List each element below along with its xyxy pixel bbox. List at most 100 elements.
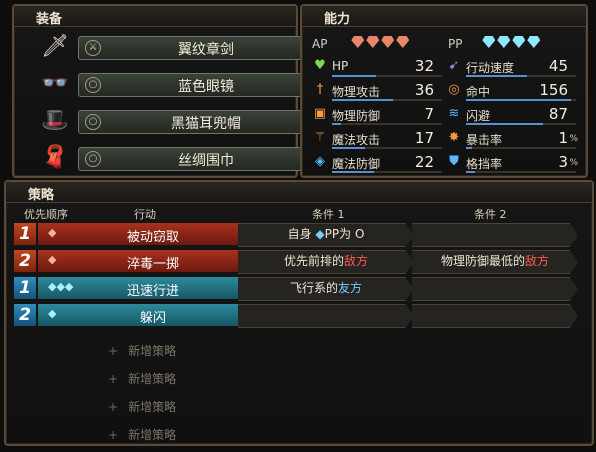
cost-gem-icon: ◆ [48, 307, 57, 320]
add-strategy-label: 新增策略 [128, 400, 177, 414]
cond1-slot[interactable]: 自身 ◆PP为 O [238, 223, 414, 247]
armor-icon: ▣ [313, 106, 327, 121]
stat-percent: % [569, 158, 578, 168]
stat-percent: % [569, 134, 578, 144]
stat-row: ◈ 魔法防御 22 [312, 152, 442, 173]
equipment-slot[interactable]: 🎩 ○ 黑猫耳兜帽 [38, 104, 314, 136]
cond2-slot[interactable]: 物理防御最低的敌方 [412, 250, 578, 274]
cond1-slot[interactable] [238, 304, 414, 328]
gem-icon [497, 36, 511, 48]
equipment-name: 丝绸围巾 [178, 153, 234, 169]
stat-row: ➹ 行动速度 45 [446, 56, 576, 77]
sword-icon: † [316, 82, 324, 97]
boot-icon: ➹ [448, 58, 460, 73]
stat-bar [466, 147, 576, 149]
glasses-icon: 👓 [41, 70, 69, 96]
ring-slot-icon: ○ [85, 77, 101, 93]
heart-icon: ♥ [314, 58, 326, 73]
gem-icon [527, 36, 541, 48]
equipment-slot[interactable]: 👓 ○ 蓝色眼镜 [38, 67, 314, 99]
action-header: 行动 [134, 208, 156, 221]
stat-bar-fill [332, 147, 365, 149]
priority-number[interactable]: 1 [14, 277, 36, 299]
sword-icon: 🗡 [41, 33, 69, 59]
plus-icon: + [108, 400, 119, 414]
add-strategy-button[interactable]: + 新增策略 [108, 426, 176, 443]
equipment-name-bar[interactable]: ○ 丝绸围巾 [78, 147, 314, 171]
priority-number[interactable]: 2 [14, 250, 36, 272]
equipment-panel: 装备 🗡 ⚔ 翼纹章剑 👓 ○ 蓝色眼镜 🎩 ○ 黑猫耳兜帽 🧣 ○ 丝绸围巾 [12, 4, 314, 178]
stat-value: 7 [424, 105, 434, 123]
equipment-header: 装备 [14, 6, 296, 27]
cost-gem-icon: ◆ [48, 226, 57, 239]
stat-bar [332, 147, 442, 149]
stat-bar-fill [466, 99, 571, 101]
condition-text: 物理防御最低的 [440, 254, 525, 268]
stat-label: 命中 [466, 85, 491, 99]
stat-row: ♥ HP 32 [312, 56, 442, 77]
strategy-row[interactable]: 1 ◆◆◆ 迅速行进 飞行系的友方 [14, 277, 580, 301]
condition-text: 自身 [287, 227, 316, 241]
scarf-icon: 🧣 [41, 144, 69, 170]
hood-icon: 🎩 [41, 107, 69, 133]
action-slot[interactable]: ◆ 淬毒一掷 [38, 250, 248, 272]
gem-icon [396, 36, 410, 48]
strategy-row[interactable]: 1 ◆ 被动窃取 自身 ◆PP为 O [14, 223, 580, 247]
cond2-slot[interactable] [412, 277, 578, 301]
strategy-row[interactable]: 2 ◆ 躲闪 [14, 304, 580, 328]
equipment-name-bar[interactable]: ○ 蓝色眼镜 [78, 73, 314, 97]
equipment-name-bar[interactable]: ○ 黑猫耳兜帽 [78, 110, 314, 134]
priority-number[interactable]: 2 [14, 304, 36, 326]
stat-label: 格挡率 [466, 157, 503, 171]
ring-slot-icon: ○ [85, 114, 101, 130]
gem-icon [366, 36, 380, 48]
priority-number[interactable]: 1 [14, 223, 36, 245]
equipment-name: 蓝色眼镜 [178, 79, 234, 95]
action-slot[interactable]: ◆◆◆ 迅速行进 [38, 277, 248, 299]
stat-bar-fill [332, 99, 393, 101]
stat-bar-fill [466, 123, 543, 125]
sword-slot-icon: ⚔ [85, 40, 101, 56]
stat-value: 156 [539, 81, 568, 99]
action-slot[interactable]: ◆ 躲闪 [38, 304, 248, 326]
cond1-header: 条件 1 [312, 208, 345, 221]
stat-bar [332, 75, 442, 77]
add-strategy-button[interactable]: + 新增策略 [108, 370, 176, 387]
stat-value: 22 [414, 153, 434, 171]
action-slot[interactable]: ◆ 被动窃取 [38, 223, 248, 245]
add-strategy-button[interactable]: + 新增策略 [108, 342, 176, 359]
equipment-name-bar[interactable]: ⚔ 翼纹章剑 [78, 36, 314, 60]
strategy-row[interactable]: 2 ◆ 淬毒一掷 优先前排的敌方 物理防御最低的敌方 [14, 250, 580, 274]
stat-bar-fill [332, 171, 374, 173]
equipment-slot[interactable]: 🧣 ○ 丝绸围巾 [38, 141, 314, 173]
cond2-slot[interactable] [412, 223, 578, 247]
equipment-slot[interactable]: 🗡 ⚔ 翼纹章剑 [38, 30, 314, 62]
stat-row: ⚚ 魔法攻击 17 [312, 128, 442, 149]
condition-text: 飞行系的 [289, 281, 338, 295]
equipment-title: 装备 [36, 12, 63, 27]
stat-value: 45 [548, 57, 568, 75]
strategy-title: 策略 [28, 188, 55, 203]
gem-icon [381, 36, 395, 48]
cond1-slot[interactable]: 飞行系的友方 [238, 277, 414, 301]
action-name: 迅速行进 [126, 284, 179, 299]
equipment-name: 翼纹章剑 [178, 42, 234, 58]
add-strategy-button[interactable]: + 新增策略 [108, 398, 176, 415]
equipment-name: 黑猫耳兜帽 [171, 116, 241, 132]
ability-header: 能力 [302, 6, 586, 27]
action-name: 躲闪 [139, 311, 166, 326]
target-icon: ◎ [448, 82, 460, 97]
cost-gem-icon: ◆◆◆ [48, 280, 74, 293]
cond2-slot[interactable] [412, 304, 578, 328]
stat-label: 闪避 [466, 109, 491, 123]
stat-bar-fill [332, 123, 341, 125]
plus-icon: + [108, 344, 119, 358]
ability-panel: 能力 AP PP ♥ HP 32 † 物理攻击 36 ▣ 物理防御 7 ⚚ 魔法攻击 17 ◈ 魔法防御 2… [300, 4, 588, 178]
cond1-slot[interactable]: 优先前排的敌方 [238, 250, 414, 274]
magic-armor-icon: ◈ [315, 154, 325, 169]
stat-bar [466, 99, 576, 101]
strategy-header: 策略 [6, 182, 592, 203]
stat-row: † 物理攻击 36 [312, 80, 442, 101]
stat-bar [332, 123, 442, 125]
gem-icon [351, 36, 365, 48]
